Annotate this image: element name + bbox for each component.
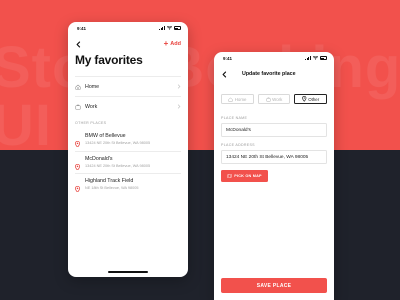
wifi-icon: [167, 26, 172, 30]
favorite-item-work[interactable]: Work: [75, 96, 181, 116]
battery-icon: [174, 26, 181, 30]
segment-work[interactable]: Work: [257, 94, 291, 104]
list-item[interactable]: BMW of Bellevue 13424 NE 20th St Bellevu…: [75, 129, 181, 151]
segment-home[interactable]: Home: [221, 94, 254, 104]
place-name: BMW of Bellevue: [85, 133, 126, 139]
segment-other[interactable]: Other: [294, 94, 328, 104]
place-name: Highland Track Field: [85, 178, 134, 184]
watermark-line-1: Store Booking: [0, 35, 400, 100]
map-icon: [227, 174, 232, 178]
nav-bar: Update favorite place: [214, 64, 334, 80]
favorite-item-label: Home: [85, 83, 100, 90]
place-address: 13424 NE 20th St Bellevue, WA 98005: [85, 163, 151, 168]
briefcase-icon: [75, 104, 85, 110]
place-type-selector: Home Work Other: [221, 94, 328, 104]
pick-on-map-label: PICK ON MAP: [234, 174, 262, 178]
segment-label: Other: [308, 96, 320, 102]
background-bottom: [0, 150, 400, 300]
status-time: 9:41: [77, 25, 87, 31]
signal-icon: [159, 26, 165, 30]
favorites-screen: 9:41 + Add My favorites Home Work OTHER …: [68, 22, 188, 277]
status-bar: 9:41: [68, 22, 188, 34]
chevron-right-icon: [177, 84, 181, 89]
favorite-item-home[interactable]: Home: [75, 76, 181, 96]
chevron-left-icon[interactable]: [221, 70, 228, 78]
segment-label: Work: [272, 96, 283, 102]
save-place-button[interactable]: SAVE PLACE: [221, 278, 327, 293]
page-title: Update favorite place: [242, 71, 296, 77]
status-bar: 9:41: [214, 52, 334, 64]
home-icon: [228, 97, 233, 102]
home-icon: [75, 84, 85, 90]
nav-bar: + Add: [68, 34, 188, 50]
place-address-field[interactable]: 13424 NE 20th St Bellevue, WA 98005: [221, 150, 327, 164]
place-address: 13424 NE 20th St Bellevue, WA 98005: [85, 140, 151, 145]
add-label: Add: [170, 41, 181, 47]
briefcase-icon: [266, 97, 271, 102]
chevron-left-icon[interactable]: [75, 40, 82, 48]
favorite-item-label: Work: [85, 103, 98, 110]
watermark-line-2: UI Kit: [0, 93, 148, 151]
signal-icon: [305, 56, 311, 60]
wifi-icon: [313, 56, 318, 60]
section-label: OTHER PLACES: [75, 121, 107, 125]
battery-icon: [320, 56, 327, 60]
pick-on-map-button[interactable]: PICK ON MAP: [221, 170, 268, 182]
chevron-right-icon: [177, 104, 181, 109]
place-address: NE 18th St Bellevue, WA 98005: [85, 185, 139, 190]
map-pin-icon: [75, 156, 85, 175]
status-time: 9:41: [223, 55, 233, 61]
status-icons: [159, 26, 181, 30]
background-top: Store Booking UI Kit: [0, 0, 400, 150]
edit-place-screen: 9:41 Update favorite place Home Work Oth…: [214, 52, 334, 300]
place-name: McDonald's: [85, 156, 113, 162]
home-indicator: [108, 271, 148, 273]
place-address-label: PLACE ADDRESS: [221, 143, 255, 147]
list-item[interactable]: Highland Track Field NE 18th St Bellevue…: [75, 173, 181, 195]
status-icons: [305, 56, 327, 60]
add-button[interactable]: + Add: [163, 39, 181, 48]
map-pin-icon: [75, 178, 85, 197]
pin-icon: [302, 96, 307, 102]
segment-label: Home: [234, 96, 247, 102]
plus-icon: +: [163, 39, 169, 48]
background-watermark: Store Booking UI Kit: [0, 35, 400, 151]
place-name-field[interactable]: McDonald's: [221, 123, 327, 137]
page-title: My favorites: [75, 53, 143, 67]
list-item[interactable]: McDonald's 13424 NE 20th St Bellevue, WA…: [75, 151, 181, 173]
map-pin-icon: [75, 133, 85, 152]
place-name-label: PLACE NAME: [221, 116, 248, 120]
